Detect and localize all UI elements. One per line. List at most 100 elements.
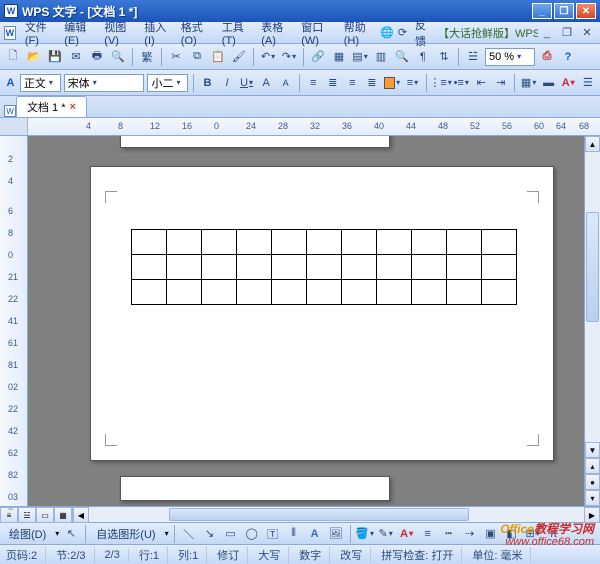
columns-icon[interactable]: ▥ bbox=[372, 48, 390, 66]
table-cell[interactable] bbox=[412, 255, 447, 280]
bullets-button[interactable]: •≡▾ bbox=[453, 74, 470, 92]
status-spell[interactable]: 拼写检查: 打开 bbox=[381, 547, 462, 563]
table-cell[interactable] bbox=[132, 230, 167, 255]
headers-icon[interactable]: ☱ bbox=[464, 48, 482, 66]
show-marks-icon[interactable]: ¶ bbox=[414, 48, 432, 66]
inserted-table[interactable] bbox=[131, 229, 517, 305]
menu-help[interactable]: 帮助(H) bbox=[339, 17, 380, 49]
highlight-button[interactable]: ▾ bbox=[383, 74, 401, 92]
font-grow-button[interactable]: A bbox=[258, 74, 275, 92]
style-combo[interactable]: 正文▾ bbox=[20, 74, 61, 92]
pdf-icon[interactable]: ⎙ bbox=[538, 48, 556, 66]
print-icon[interactable]: 🖶 bbox=[88, 48, 106, 66]
table-cell[interactable] bbox=[237, 280, 272, 305]
maximize-button[interactable]: ❐ bbox=[554, 3, 574, 19]
insert-table-icon[interactable]: ▤▾ bbox=[351, 48, 369, 66]
table-cell[interactable] bbox=[307, 280, 342, 305]
table-cell[interactable] bbox=[202, 230, 237, 255]
mdi-minimize-button[interactable]: _ bbox=[538, 24, 556, 42]
rectangle-icon[interactable]: ▭ bbox=[222, 525, 240, 543]
next-page-button[interactable]: ▾ bbox=[585, 490, 600, 506]
line-color-icon[interactable]: ✎▾ bbox=[377, 525, 395, 543]
table-cell[interactable] bbox=[272, 255, 307, 280]
insert-picture-icon[interactable]: 🖼 bbox=[327, 525, 345, 543]
menu-format[interactable]: 格式(O) bbox=[176, 17, 217, 49]
menu-feedback[interactable]: 反馈 bbox=[410, 15, 438, 51]
complex-convert-button[interactable]: 繁 bbox=[138, 48, 156, 66]
align-right-button[interactable]: ≡ bbox=[344, 74, 361, 92]
shadow-icon[interactable]: ▣ bbox=[482, 525, 500, 543]
menu-table[interactable]: 表格(A) bbox=[256, 17, 296, 49]
numbering-button[interactable]: ⋮≡▾ bbox=[432, 74, 450, 92]
line-style-icon[interactable]: ≡ bbox=[419, 525, 437, 543]
web-view-button[interactable]: ▦ bbox=[54, 507, 72, 523]
align-left-button[interactable]: ≡ bbox=[305, 74, 322, 92]
help-icon[interactable]: ? bbox=[559, 48, 577, 66]
table-cell[interactable] bbox=[132, 280, 167, 305]
menu-file[interactable]: 文件(F) bbox=[20, 17, 59, 49]
hyperlink-icon[interactable]: 🔗 bbox=[309, 48, 327, 66]
styles-icon[interactable]: A bbox=[4, 74, 17, 92]
table-cell[interactable] bbox=[167, 280, 202, 305]
font-color-draw-icon[interactable]: A▾ bbox=[398, 525, 416, 543]
mdi-restore-button[interactable]: ❐ bbox=[558, 24, 576, 42]
save-icon[interactable]: 💾 bbox=[46, 48, 64, 66]
table-cell[interactable] bbox=[272, 280, 307, 305]
table-cell[interactable] bbox=[167, 230, 202, 255]
document-tab[interactable]: 文档 1 * × bbox=[16, 96, 87, 117]
document-canvas[interactable] bbox=[28, 136, 584, 506]
shading-button[interactable]: ▬ bbox=[540, 74, 557, 92]
draw-menu[interactable]: 绘图(D) bbox=[4, 524, 51, 544]
redo-icon[interactable]: ↷▾ bbox=[280, 48, 298, 66]
arrow-icon[interactable]: ↘ bbox=[201, 525, 219, 543]
line-spacing-button[interactable]: ≡▾ bbox=[404, 74, 421, 92]
status-unit[interactable]: 单位: 毫米 bbox=[472, 547, 531, 563]
vertical-textbox-icon[interactable]: ⦀ bbox=[285, 525, 303, 543]
refresh-icon[interactable]: ⟳ bbox=[395, 24, 410, 42]
scroll-track-h[interactable] bbox=[89, 507, 584, 522]
wordart-icon[interactable]: A bbox=[306, 525, 324, 543]
table-cell[interactable] bbox=[482, 230, 517, 255]
arrow-style-icon[interactable]: ⇢ bbox=[461, 525, 479, 543]
scroll-right-button[interactable]: ▶ bbox=[584, 507, 600, 523]
scroll-left-button[interactable]: ◀ bbox=[73, 507, 89, 523]
scroll-thumb[interactable] bbox=[586, 212, 599, 322]
status-num[interactable]: 数字 bbox=[299, 547, 330, 563]
promo-text[interactable]: 【大话抢鲜版】WPS知... bbox=[438, 25, 538, 41]
autoshapes-menu[interactable]: 自选图形(U) bbox=[91, 524, 160, 544]
textbox-icon[interactable]: 🅃 bbox=[264, 525, 282, 543]
borders-button[interactable]: ▦▾ bbox=[520, 74, 537, 92]
table-cell[interactable] bbox=[447, 230, 482, 255]
underline-button[interactable]: U▾ bbox=[238, 74, 255, 92]
tab-close-icon[interactable]: × bbox=[70, 101, 76, 113]
align-center-button[interactable]: ≣ bbox=[324, 74, 341, 92]
open-icon[interactable]: 📂 bbox=[25, 48, 43, 66]
zoom-combo[interactable]: 50 %▾ bbox=[485, 48, 535, 66]
fill-color-icon[interactable]: 🪣▾ bbox=[356, 525, 374, 543]
close-button[interactable]: ✕ bbox=[576, 3, 596, 19]
paste-icon[interactable]: 📋 bbox=[209, 48, 227, 66]
table-cell[interactable] bbox=[167, 255, 202, 280]
table-row[interactable] bbox=[132, 230, 517, 255]
indent-button[interactable]: ⇥ bbox=[492, 74, 509, 92]
scroll-thumb-h[interactable] bbox=[169, 508, 469, 521]
scroll-up-button[interactable]: ▲ bbox=[585, 136, 600, 152]
insert-object-icon[interactable]: ▦ bbox=[330, 48, 348, 66]
table-cell[interactable] bbox=[237, 255, 272, 280]
find-icon[interactable]: 🔍 bbox=[393, 48, 411, 66]
browse-object-button[interactable]: ● bbox=[585, 474, 600, 490]
table-cell[interactable] bbox=[412, 230, 447, 255]
table-row[interactable] bbox=[132, 255, 517, 280]
font-shrink-button[interactable]: A bbox=[277, 74, 294, 92]
mdi-close-button[interactable]: ✕ bbox=[578, 24, 596, 42]
font-color-button[interactable]: A▾ bbox=[560, 74, 577, 92]
mail-icon[interactable]: ✉ bbox=[67, 48, 85, 66]
oval-icon[interactable]: ◯ bbox=[243, 525, 261, 543]
minimize-button[interactable]: _ bbox=[532, 3, 552, 19]
table-cell[interactable] bbox=[447, 255, 482, 280]
horizontal-ruler[interactable]: 481216024283236404448525660646872 bbox=[0, 118, 600, 136]
menu-edit[interactable]: 编辑(E) bbox=[59, 17, 99, 49]
dash-style-icon[interactable]: ┅ bbox=[440, 525, 458, 543]
vertical-scrollbar[interactable]: ▲ ▼ ▴ ● ▾ bbox=[584, 136, 600, 506]
undo-icon[interactable]: ↶▾ bbox=[259, 48, 277, 66]
